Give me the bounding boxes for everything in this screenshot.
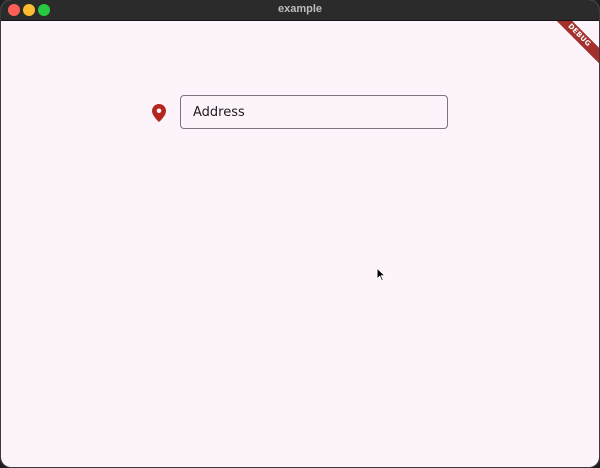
title-bar[interactable]: example — [1, 0, 599, 21]
app-content — [1, 21, 599, 467]
mouse-cursor-icon — [376, 267, 386, 282]
debug-banner-label: DEBUG — [557, 21, 599, 63]
window-title: example — [277, 3, 323, 15]
app-window: example DEBUG — [1, 0, 599, 467]
address-input[interactable] — [180, 95, 448, 129]
location-pin-icon — [152, 104, 166, 122]
debug-banner: DEBUG — [557, 21, 599, 63]
